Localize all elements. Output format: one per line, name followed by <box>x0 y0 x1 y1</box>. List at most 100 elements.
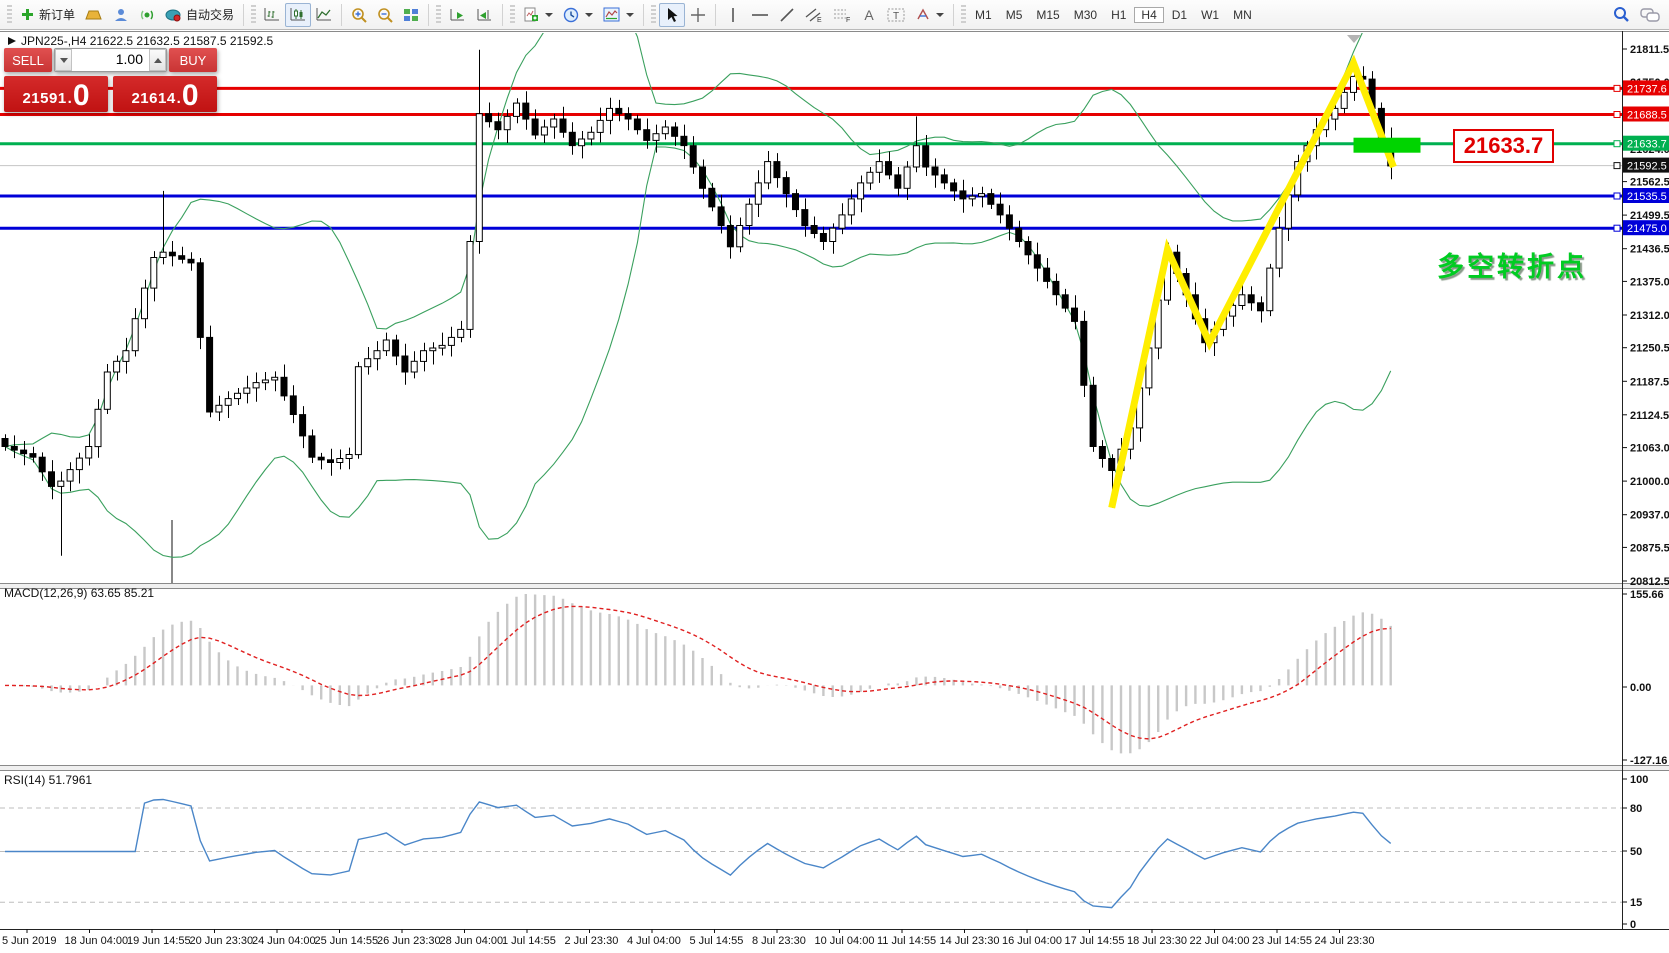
vertical-line-tool-button[interactable] <box>720 3 746 27</box>
candle-body <box>67 470 73 482</box>
price-tick-label: 20937.0 <box>1630 510 1669 522</box>
time-tick-label: 17 Jul 14:55 <box>1065 935 1125 947</box>
bar-chart-mode-button[interactable] <box>259 3 285 27</box>
candle-body <box>848 199 854 215</box>
timeframe-h1-button[interactable]: H1 <box>1105 8 1132 22</box>
timeframe-m30-button[interactable]: M30 <box>1068 8 1103 22</box>
candle-body <box>281 377 287 396</box>
candle-body <box>653 134 659 141</box>
chat-button[interactable] <box>1635 3 1665 27</box>
one-click-trade-panel: SELL 1.00 BUY 21591.0 21614.0 <box>4 48 217 112</box>
buy-price-box[interactable]: 21614.0 <box>113 76 217 112</box>
auto-scroll-button[interactable] <box>444 3 471 27</box>
candle-body <box>439 345 445 348</box>
templates-button[interactable] <box>598 3 639 27</box>
price-tick-label: 21562.5 <box>1630 177 1669 189</box>
buy-price-main: 21614 <box>131 90 175 107</box>
line-chart-mode-button[interactable] <box>311 3 337 27</box>
periods-button[interactable] <box>558 3 598 27</box>
candle-body <box>867 172 873 183</box>
price-tick-label: 21250.5 <box>1630 343 1669 355</box>
open-account-button[interactable] <box>108 3 134 27</box>
timeframe-m15-button[interactable]: M15 <box>1030 8 1065 22</box>
candle-body <box>244 388 250 393</box>
text-label-icon: T <box>887 7 905 23</box>
candle-body <box>672 127 678 136</box>
time-tick-label: 14 Jul 23:30 <box>940 935 1000 947</box>
rsi-tick-label: 50 <box>1630 846 1642 858</box>
candle-body <box>895 175 901 188</box>
candlestick-mode-button[interactable] <box>285 3 311 27</box>
timeframe-d1-button[interactable]: D1 <box>1166 8 1193 22</box>
fibonacci-tool-button[interactable]: F <box>828 3 856 27</box>
timeframe-m5-button[interactable]: M5 <box>1000 8 1029 22</box>
volume-decrease-button[interactable] <box>55 49 72 71</box>
candle-body <box>876 162 882 173</box>
toolbar-grip[interactable] <box>510 5 515 25</box>
price-tick-label: 20875.5 <box>1630 542 1669 554</box>
toolbar-separator <box>428 4 429 26</box>
candle-body <box>1099 447 1105 459</box>
candle-body <box>179 256 185 260</box>
price-callout-box: 21633.7 <box>1453 129 1554 163</box>
candle-body <box>421 351 427 362</box>
toolbar-separator <box>643 4 644 26</box>
time-tick-label: 24 Jun 04:00 <box>252 935 316 947</box>
search-button[interactable] <box>1608 3 1635 27</box>
arrows-tool-button[interactable] <box>910 3 949 27</box>
timeframe-w1-button[interactable]: W1 <box>1195 8 1225 22</box>
toolbar-grip[interactable] <box>436 5 441 25</box>
candle-body <box>328 460 334 463</box>
timeframe-h4-button[interactable]: H4 <box>1134 7 1163 23</box>
cursor-tool-button[interactable] <box>659 3 685 27</box>
timeframe-m1-button[interactable]: M1 <box>969 8 998 22</box>
candle-body <box>430 348 436 351</box>
candle-body <box>402 356 408 372</box>
timeframe-mn-button[interactable]: MN <box>1227 8 1258 22</box>
toolbar-grip[interactable] <box>251 5 256 25</box>
chart-shift-button[interactable] <box>471 3 498 27</box>
sell-button[interactable]: SELL <box>4 48 52 72</box>
volume-input[interactable]: 1.00 <box>72 49 149 71</box>
toolbar-grip[interactable] <box>961 5 966 25</box>
signals-button[interactable] <box>134 3 160 27</box>
buy-button[interactable]: BUY <box>169 48 217 72</box>
text-tool-button[interactable]: A <box>856 3 882 27</box>
zoom-in-button[interactable] <box>346 3 372 27</box>
scroll-marker-icon <box>1347 35 1361 43</box>
deposit-button[interactable] <box>80 3 108 27</box>
indicators-button[interactable] <box>518 3 558 27</box>
toolbar-grip[interactable] <box>651 5 656 25</box>
sell-price-box[interactable]: 21591.0 <box>4 76 108 112</box>
crosshair-tool-button[interactable] <box>685 3 711 27</box>
tile-windows-button[interactable] <box>398 3 424 27</box>
candle-body <box>1258 303 1264 311</box>
candle-body <box>923 146 929 167</box>
green-highlight-box[interactable] <box>1354 138 1421 153</box>
time-tick-label: 16 Jul 04:00 <box>1002 935 1062 947</box>
auto-trading-button[interactable]: 自动交易 <box>160 3 239 27</box>
toolbar-separator <box>341 4 342 26</box>
candle-body <box>802 210 808 226</box>
volume-increase-button[interactable] <box>149 49 166 71</box>
new-order-button[interactable]: 新订单 <box>15 3 80 27</box>
price-tick-label: 21187.5 <box>1630 376 1669 388</box>
toolbar-grip[interactable] <box>7 5 12 25</box>
svg-text:T: T <box>893 11 899 22</box>
candle-body <box>216 405 222 412</box>
candle-body <box>104 372 110 409</box>
horizontal-line-tool-button[interactable] <box>746 3 774 27</box>
zoom-out-button[interactable] <box>372 3 398 27</box>
spin-down-icon <box>60 58 68 63</box>
tile-windows-icon <box>403 7 419 22</box>
chip-anchor <box>1614 112 1620 118</box>
candle-body <box>1109 459 1115 471</box>
chart-header: JPN225-,H4 21622.5 21632.5 21587.5 21592… <box>8 34 273 48</box>
price-chip-label: 21475.0 <box>1627 223 1667 235</box>
text-a-icon: A <box>864 7 873 23</box>
templates-caret-icon <box>626 13 634 17</box>
chart-canvas[interactable]: 21811.521750.021624.021562.521499.521436… <box>0 0 1669 953</box>
channel-tool-button[interactable]: E <box>800 3 828 27</box>
trendline-tool-button[interactable] <box>774 3 800 27</box>
text-label-tool-button[interactable]: T <box>882 3 910 27</box>
